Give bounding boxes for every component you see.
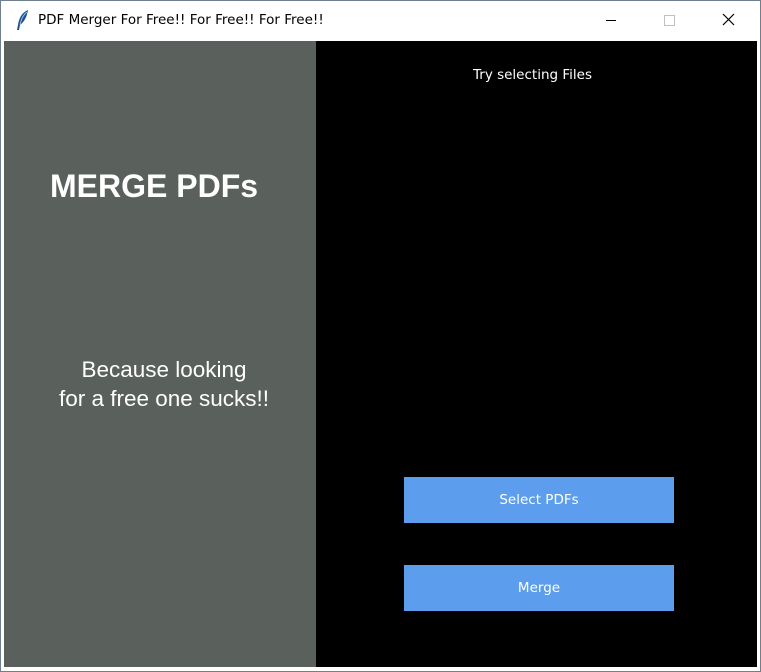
left-panel: MERGE PDFs Because looking for a free on…	[4, 41, 316, 667]
minimize-button[interactable]	[582, 1, 640, 39]
window-title: PDF Merger For Free!! For Free!! For Fre…	[38, 12, 324, 28]
select-pdfs-button[interactable]: Select PDFs	[404, 477, 674, 523]
tagline: Because looking for a free one sucks!!	[4, 355, 324, 413]
window-bottom-border	[1, 667, 760, 671]
tagline-line-2: for a free one sucks!!	[58, 386, 270, 411]
tagline-line-1: Because looking	[81, 357, 247, 382]
maximize-button[interactable]	[640, 1, 698, 39]
right-panel: Try selecting Files Select PDFs Merge	[316, 41, 757, 667]
maximize-icon	[664, 15, 675, 26]
app-window: PDF Merger For Free!! For Free!! For Fre…	[0, 0, 761, 672]
title-bar[interactable]: PDF Merger For Free!! For Free!! For Fre…	[1, 1, 760, 41]
close-button[interactable]	[700, 1, 758, 39]
status-text: Try selecting Files	[473, 67, 592, 83]
merge-button[interactable]: Merge	[404, 565, 674, 611]
feather-icon	[15, 9, 31, 31]
page-title: MERGE PDFs	[50, 168, 259, 204]
close-icon	[722, 13, 735, 26]
minimize-icon	[606, 20, 616, 21]
